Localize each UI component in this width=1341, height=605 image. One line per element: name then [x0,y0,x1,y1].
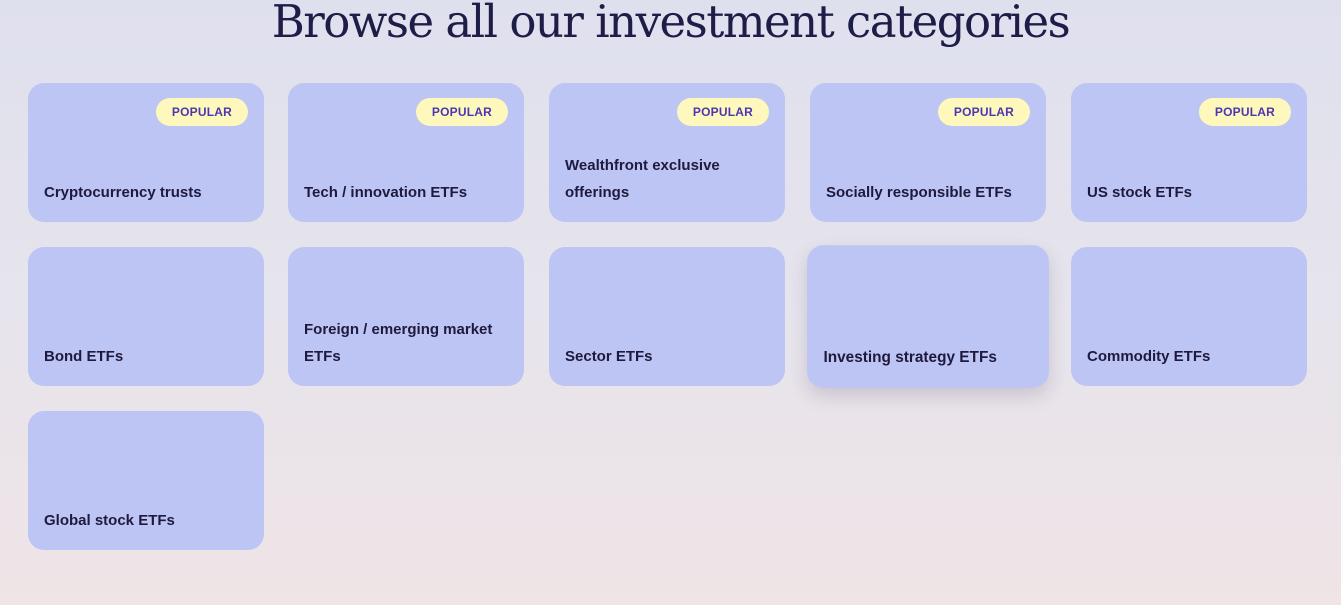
category-card-bond-etfs[interactable]: Bond ETFs [28,247,264,386]
category-label: Cryptocurrency trusts [44,184,202,201]
category-label: Global stock ETFs [44,512,175,529]
category-label: Socially responsible ETFs [826,184,1012,201]
category-card-global-stock-etfs[interactable]: Global stock ETFs [28,411,264,550]
popular-badge: POPULAR [1198,98,1291,126]
category-label: Foreign / emerging market ETFs [304,321,493,365]
popular-badge: POPULAR [937,98,1030,126]
popular-badge: POPULAR [415,98,508,126]
category-label: Tech / innovation ETFs [304,184,468,201]
popular-badge: POPULAR [676,98,769,126]
category-label: Commodity ETFs [1087,348,1211,365]
category-card-us-stock-etfs[interactable]: POPULAR US stock ETFs [1071,83,1307,222]
category-card-investing-strategy-etfs[interactable]: Investing strategy ETFs [807,245,1049,388]
category-card-commodity-etfs[interactable]: Commodity ETFs [1071,247,1307,386]
category-card-tech-innovation-etfs[interactable]: POPULAR Tech / innovation ETFs [288,83,524,222]
popular-badge: POPULAR [155,98,248,126]
category-label: Wealthfront exclusive offerings [565,157,720,201]
category-label: Sector ETFs [565,348,653,365]
category-label: Bond ETFs [44,348,124,365]
category-card-cryptocurrency-trusts[interactable]: POPULAR Cryptocurrency trusts [28,83,264,222]
category-card-sector-etfs[interactable]: Sector ETFs [549,247,785,386]
category-label: Investing strategy ETFs [823,348,997,367]
category-label: US stock ETFs [1087,184,1193,201]
category-card-socially-responsible-etfs[interactable]: POPULAR Socially responsible ETFs [810,83,1046,222]
category-card-foreign-emerging-market-etfs[interactable]: Foreign / emerging market ETFs [288,247,524,386]
category-card-wealthfront-exclusive-offerings[interactable]: POPULAR Wealthfront exclusive offerings [549,83,785,222]
page-title: Browse all our investment categories [271,0,1071,48]
